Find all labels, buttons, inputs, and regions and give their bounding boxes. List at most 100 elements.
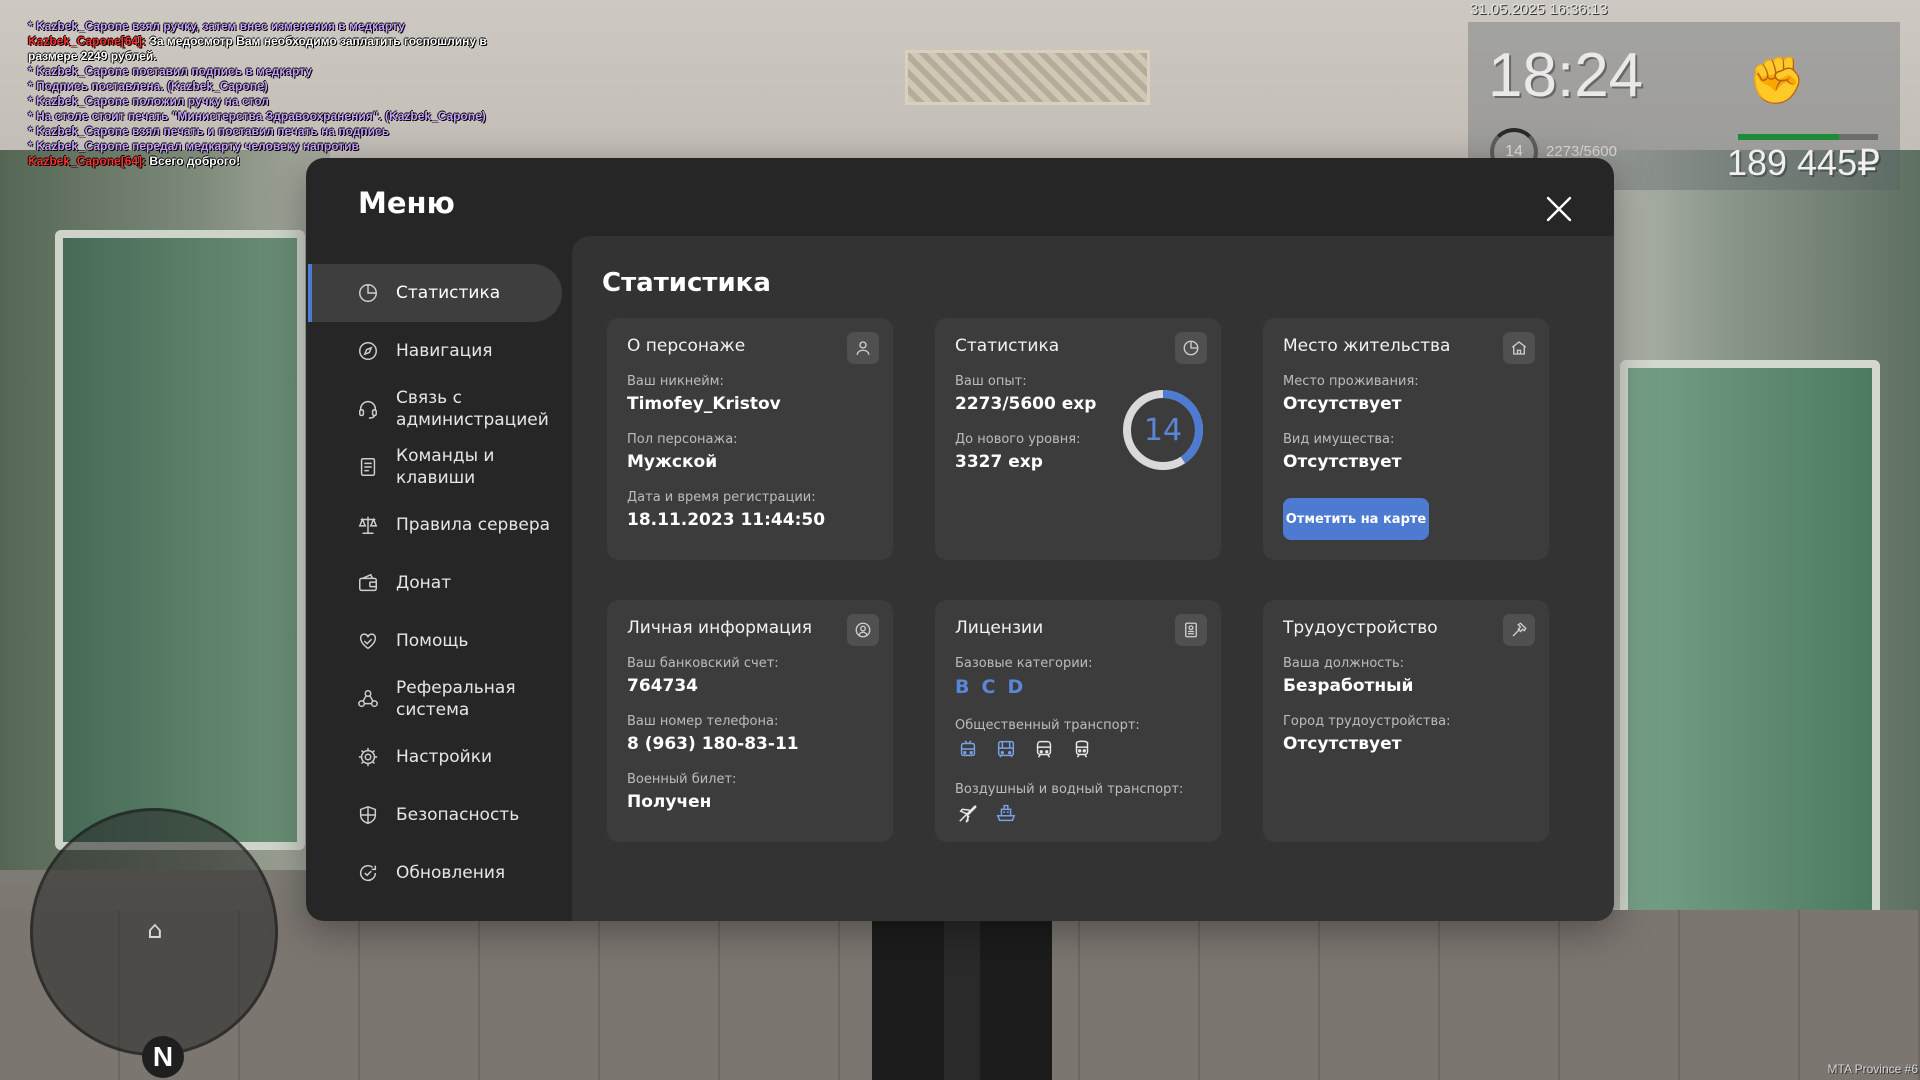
heart-hands-icon (356, 629, 380, 653)
chat-line: * Kazbek_Capone взял печать и поставил п… (28, 124, 498, 139)
chat-action-text: * Kazbek_Capone передал медкарту человек… (28, 139, 359, 153)
pie-chart-icon (1175, 332, 1207, 364)
sidebar-item-rules[interactable]: Правила сервера (308, 496, 562, 554)
next-level-label: До нового уровня: (955, 432, 1081, 447)
registration-value: 18.11.2023 11:44:50 (627, 510, 826, 530)
chat-line: * На столе стоит печать "Министерства Зд… (28, 109, 498, 124)
nickname-label: Ваш никнейм: (627, 374, 724, 389)
sidebar-item-referral[interactable]: Реферальная система (308, 670, 562, 728)
sidebar-item-label: Команды и клавиши (396, 446, 495, 488)
sidebar-item-admin[interactable]: Связь с администрацией (308, 380, 562, 438)
chat-log: * Kazbek_Capone взял ручку, затем внес и… (28, 19, 498, 169)
menu-sidebar: Статистика Навигация Связь с администрац… (306, 264, 562, 921)
sidebar-item-label: Навигация (396, 341, 493, 361)
licenses-card: Лицензии Базовые категории: B C D Общест… (935, 600, 1221, 842)
menu-title: Меню (358, 186, 455, 220)
sidebar-item-label: Реферальная система (396, 678, 516, 720)
chat-action-text: * На столе стоит печать "Министерства Зд… (28, 109, 486, 123)
mark-on-map-button[interactable]: Отметить на карте (1283, 498, 1429, 540)
sidebar-item-settings[interactable]: Настройки (308, 728, 562, 786)
exp-value: 2273/5600 exp (955, 394, 1097, 414)
player-character (872, 915, 1052, 1080)
character-card: О персонаже Ваш никнейм: Timofey_Kristov… (607, 318, 893, 560)
chat-action-text: * Kazbek_Capone поставил подпись в медка… (28, 64, 313, 78)
air-water-transport-label: Воздушный и водный транспорт: (955, 782, 1184, 797)
sidebar-item-updates[interactable]: Обновления (308, 844, 562, 902)
train-icon (1069, 736, 1095, 762)
pie-chart-icon (356, 281, 380, 305)
license-categories: B C D (955, 676, 1155, 700)
chat-action-text: * Kazbek_Capone взял ручку, затем внес и… (28, 19, 405, 33)
card-title: Статистика (955, 336, 1060, 356)
chat-action-text: * Kazbek_Capone взял печать и поставил п… (28, 124, 390, 138)
sidebar-item-commands[interactable]: Команды и клавиши (308, 438, 562, 496)
chat-line: Kazbek_Capone[64]: За медосмотр Вам необ… (28, 34, 498, 64)
basic-categories-label: Базовые категории: (955, 656, 1093, 671)
military-id-label: Военный билет: (627, 772, 737, 787)
chat-line: * Kazbek_Capone положил ручку на стол (28, 94, 498, 109)
residence-card: Место жительства Место проживания: Отсут… (1263, 318, 1549, 560)
card-title: Трудоустройство (1283, 618, 1438, 638)
personal-info-card: Личная информация Ваш банковский счет: 7… (607, 600, 893, 842)
sidebar-item-help[interactable]: Помощь (308, 612, 562, 670)
sidebar-item-security[interactable]: Безопасность (308, 786, 562, 844)
sidebar-item-label: Связь с администрацией (396, 388, 549, 430)
hud-health-fill (1738, 134, 1839, 140)
stats-card: Статистика Ваш опыт: 2273/5600 exp До но… (935, 318, 1221, 560)
chat-message-text: Всего доброго! (149, 154, 241, 168)
card-title: Лицензии (955, 618, 1044, 638)
radar-north-marker: N (142, 1036, 184, 1078)
phone-value: 8 (963) 180-83-11 (627, 734, 799, 754)
nickname-value: Timofey_Kristov (627, 394, 781, 414)
phone-label: Ваш номер телефона: (627, 714, 779, 729)
close-icon (1546, 196, 1572, 222)
tram-icon (1031, 736, 1057, 762)
property-type-label: Вид имущества: (1283, 432, 1395, 447)
ceiling-vent (905, 50, 1150, 105)
compass-icon (356, 339, 380, 363)
gear-icon (356, 745, 380, 769)
level-number: 14 (1143, 412, 1183, 448)
sidebar-item-label: Правила сервера (396, 515, 551, 535)
sidebar-item-donate[interactable]: Донат (308, 554, 562, 612)
left-door (55, 230, 305, 850)
air-water-licenses (955, 800, 1155, 826)
hud-money: 189 445₽ (1726, 142, 1880, 183)
fist-icon: ✊ (1748, 53, 1806, 107)
sidebar-item-label: Безопасность (396, 805, 520, 825)
registration-label: Дата и время регистрации: (627, 490, 816, 505)
sidebar-item-label: Донат (396, 573, 452, 593)
hud-datetime: 31.05.2025 16:36:13 (1470, 1, 1608, 18)
position-label: Ваша должность: (1283, 656, 1405, 671)
content-panel: Статистика О персонаже Ваш никнейм: Timo… (572, 236, 1614, 921)
gender-value: Мужской (627, 452, 718, 472)
sidebar-item-stats[interactable]: Статистика (308, 264, 562, 322)
bus-icon (993, 736, 1019, 762)
work-city-label: Город трудоустройства: (1283, 714, 1451, 729)
public-transport-label: Общественный транспорт: (955, 718, 1140, 733)
user-circle-icon (847, 614, 879, 646)
wallet-icon (356, 571, 380, 595)
sidebar-item-label: Обновления (396, 863, 506, 883)
plane-icon (955, 800, 981, 826)
public-transport-licenses (955, 736, 1155, 762)
military-id-value: Получен (627, 792, 712, 812)
chat-nickname: Kazbek_Capone[64]: (28, 154, 150, 168)
work-city-value: Отсутствует (1283, 734, 1402, 754)
card-title: Личная информация (627, 618, 813, 638)
chat-line: * Подпись поставлена. (Kazbek_Capone) (28, 79, 498, 94)
bank-account-label: Ваш банковский счет: (627, 656, 779, 671)
sidebar-item-navigation[interactable]: Навигация (308, 322, 562, 380)
close-button[interactable] (1542, 192, 1576, 226)
employment-card: Трудоустройство Ваша должность: Безработ… (1263, 600, 1549, 842)
license-category: C (981, 676, 996, 698)
residence-place-label: Место проживания: (1283, 374, 1419, 389)
shield-icon (356, 803, 380, 827)
next-level-value: 3327 exp (955, 452, 1043, 472)
server-watermark: MTA Province #6 (1827, 1062, 1918, 1076)
chat-action-text: * Подпись поставлена. (Kazbek_Capone) (28, 79, 268, 93)
chat-action-text: * Kazbek_Capone положил ручку на стол (28, 94, 269, 108)
exp-label: Ваш опыт: (955, 374, 1027, 389)
scales-icon (356, 513, 380, 537)
license-category: D (1007, 676, 1024, 698)
